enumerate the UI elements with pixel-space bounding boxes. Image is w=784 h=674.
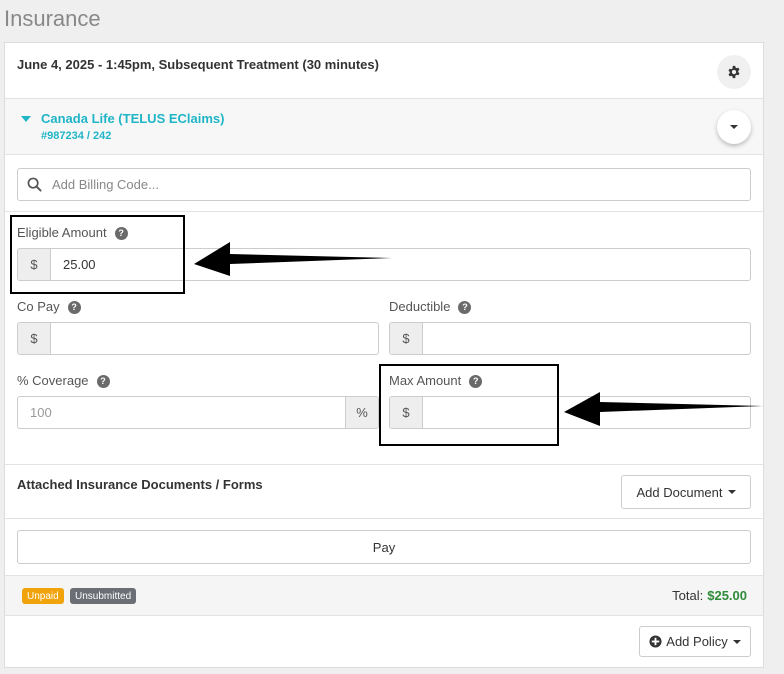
currency-addon: $ (390, 323, 423, 354)
coverage-group: % (17, 396, 379, 429)
search-icon (27, 177, 42, 192)
coverage-input[interactable] (18, 397, 345, 428)
status-badge-unsubmitted: Unsubmitted (70, 588, 137, 604)
co-pay-label: Co Pay? (17, 299, 81, 314)
billing-code-input[interactable] (52, 169, 742, 200)
policy-number: #987234 / 242 (41, 130, 112, 142)
policy-name[interactable]: Canada Life (TELUS EClaims) (41, 111, 224, 126)
divider (5, 518, 763, 519)
deductible-group: $ (389, 322, 751, 355)
deductible-input[interactable] (423, 323, 750, 354)
total-value: $25.00 (707, 588, 747, 603)
page-title: Insurance (4, 6, 101, 31)
total-label: Total: (672, 588, 704, 603)
billing-code-search (17, 168, 751, 201)
caret-down-icon[interactable] (21, 116, 31, 122)
max-amount-highlight (379, 364, 559, 446)
caret-down-icon (730, 125, 738, 129)
percent-addon: % (345, 397, 378, 428)
appointment-title: June 4, 2025 - 1:45pm, Subsequent Treatm… (17, 57, 379, 72)
co-pay-group: $ (17, 322, 379, 355)
eligible-amount-highlight (10, 215, 185, 294)
pay-button[interactable]: Pay (17, 530, 751, 564)
plus-circle-icon (649, 635, 662, 648)
insurance-card: June 4, 2025 - 1:45pm, Subsequent Treatm… (4, 42, 764, 668)
deductible-label: Deductible? (389, 299, 472, 314)
settings-button[interactable] (717, 55, 751, 89)
add-policy-button[interactable]: Add Policy (639, 626, 751, 657)
status-badge-unpaid: Unpaid (22, 588, 64, 604)
help-icon[interactable]: ? (96, 374, 110, 388)
arrow-icon (194, 242, 392, 276)
arrow-icon (564, 392, 764, 426)
divider (5, 464, 763, 465)
divider (5, 211, 763, 212)
add-document-button[interactable]: Add Document (621, 475, 751, 509)
caret-down-icon (732, 639, 741, 644)
appointment-header: June 4, 2025 - 1:45pm, Subsequent Treatm… (5, 43, 763, 99)
currency-addon: $ (18, 323, 51, 354)
policy-menu-button[interactable] (717, 110, 751, 144)
documents-title: Attached Insurance Documents / Forms (17, 477, 263, 492)
help-icon[interactable]: ? (458, 300, 472, 314)
total: Total: $25.00 (672, 588, 747, 603)
help-icon[interactable]: ? (67, 300, 81, 314)
co-pay-input[interactable] (51, 323, 378, 354)
coverage-label: % Coverage? (17, 373, 110, 388)
policy-row[interactable]: Canada Life (TELUS EClaims) #987234 / 24… (5, 99, 763, 155)
caret-down-icon (727, 490, 736, 494)
status-row: Unpaid Unsubmitted Total: $25.00 (5, 575, 763, 616)
gear-icon (728, 65, 740, 79)
